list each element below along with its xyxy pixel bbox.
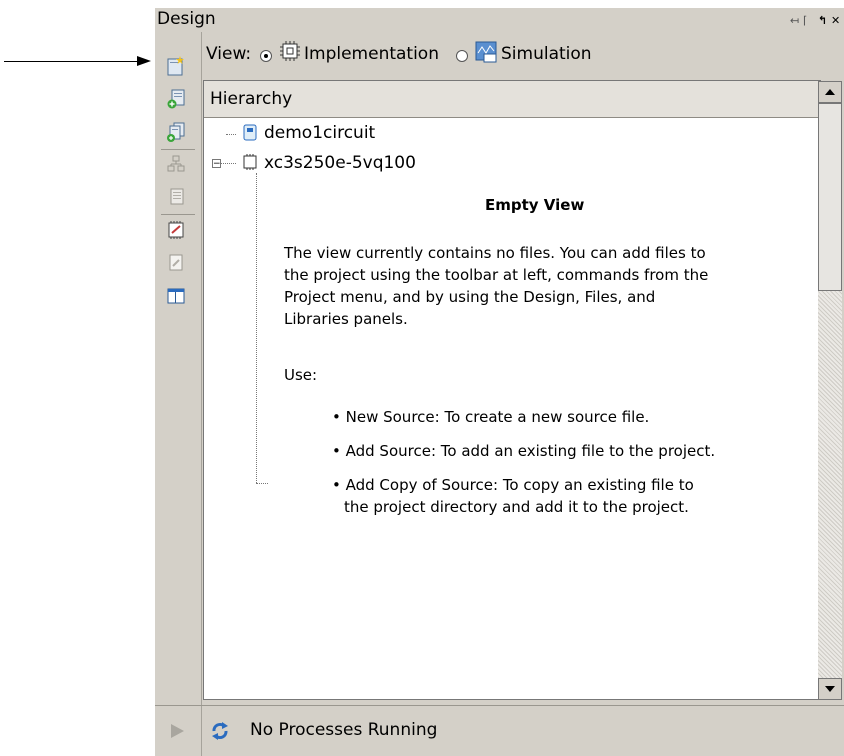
toolbar-separator <box>161 149 195 150</box>
add-source-icon <box>167 89 185 109</box>
left-toolbar <box>155 32 202 708</box>
properties-icon <box>170 188 184 205</box>
new-source-icon <box>167 56 184 76</box>
panel-layout-button[interactable] <box>166 286 186 306</box>
project-file-icon <box>242 123 258 146</box>
implementation-radio[interactable] <box>260 50 272 62</box>
tree-item-project[interactable]: demo1circuit <box>242 123 375 146</box>
restore-icon[interactable]: ⌈ <box>803 14 807 27</box>
add-copy-of-source-button[interactable] <box>166 122 186 142</box>
bullet-continuation: the project directory and add it to the … <box>344 498 689 516</box>
design-panel: Design ↤ ⌈ ↰ ✕ View: Implementation Simu… <box>155 8 844 755</box>
edit-source-button[interactable] <box>166 253 186 273</box>
bullet-item: • Add Source: To add an existing file to… <box>332 442 716 460</box>
pin-icon[interactable]: ↰ <box>818 14 827 27</box>
device-label: xc3s250e-5vq100 <box>264 153 416 173</box>
simulation-radio[interactable] <box>456 50 468 62</box>
status-divider <box>201 706 202 756</box>
bullet-text: Add Source: To add an existing file to t… <box>345 442 716 460</box>
bullet-text: New Source: To create a new source file. <box>345 408 650 426</box>
implementation-label[interactable]: Implementation <box>304 44 439 64</box>
tree-connector <box>256 173 257 483</box>
add-source-button[interactable] <box>166 89 186 109</box>
description-line: Libraries panels. <box>284 310 408 328</box>
annotation-arrow <box>4 61 140 62</box>
edit-document-icon <box>169 254 183 271</box>
empty-view-title: Empty View <box>485 196 585 214</box>
float-icon[interactable]: ↤ <box>790 14 799 27</box>
tree-item-device[interactable]: xc3s250e-5vq100 <box>242 153 416 176</box>
use-label: Use: <box>284 366 318 384</box>
annotation-arrow-head <box>137 56 151 66</box>
run-button[interactable] <box>167 721 187 741</box>
scroll-thumb[interactable] <box>818 103 842 291</box>
design-summary-button[interactable] <box>166 220 186 240</box>
hierarchy-header: Hierarchy <box>204 81 820 118</box>
tree-connector <box>221 163 236 164</box>
hierarchy-header-label: Hierarchy <box>210 89 293 109</box>
scroll-down-button[interactable] <box>818 678 842 700</box>
process-status-bar: No Processes Running <box>155 705 844 756</box>
simulation-label[interactable]: Simulation <box>501 44 592 64</box>
vertical-scrollbar[interactable] <box>818 81 842 700</box>
panel-titlebar: Design ↤ ⌈ ↰ ✕ <box>155 8 844 32</box>
view-selector: View: Implementation Simulation <box>201 38 841 68</box>
tree-connector <box>256 483 268 484</box>
description-line: Project menu, and by using the Design, F… <box>284 288 656 306</box>
hierarchy-tree: Hierarchy demo1circuit − xc3s250e-5vq100 <box>203 80 821 700</box>
bullet-item: • New Source: To create a new source fil… <box>332 408 650 426</box>
process-status-text: No Processes Running <box>250 720 438 740</box>
hierarchy-button[interactable] <box>166 154 186 174</box>
empty-view-description: The view currently contains no files. Yo… <box>284 242 814 330</box>
bullet-item: • Add Copy of Source: To copy an existin… <box>332 476 694 494</box>
play-icon <box>171 724 184 738</box>
hierarchy-icon <box>167 155 185 172</box>
chip-summary-icon <box>168 221 184 239</box>
project-label: demo1circuit <box>264 123 376 143</box>
close-icon[interactable]: ✕ <box>831 14 840 27</box>
tree-connector <box>226 134 236 135</box>
simulation-icon <box>475 41 497 68</box>
implementation-chip-icon <box>280 41 300 66</box>
panel-title: Design <box>157 9 216 29</box>
properties-button[interactable] <box>166 187 186 207</box>
refresh-icon <box>212 722 228 740</box>
collapse-toggle[interactable]: − <box>212 159 221 169</box>
add-copy-of-source-icon <box>167 122 185 142</box>
view-label: View: <box>206 44 252 64</box>
panel-layout-icon <box>167 288 185 304</box>
toolbar-separator <box>161 214 195 215</box>
description-line: The view currently contains no files. Yo… <box>284 244 706 262</box>
bullet-text: Add Copy of Source: To copy an existing … <box>345 476 694 494</box>
new-source-button[interactable] <box>166 56 186 76</box>
scroll-up-button[interactable] <box>818 81 842 103</box>
processes-refresh-indicator <box>210 721 230 741</box>
description-line: the project using the toolbar at left, c… <box>284 266 709 284</box>
